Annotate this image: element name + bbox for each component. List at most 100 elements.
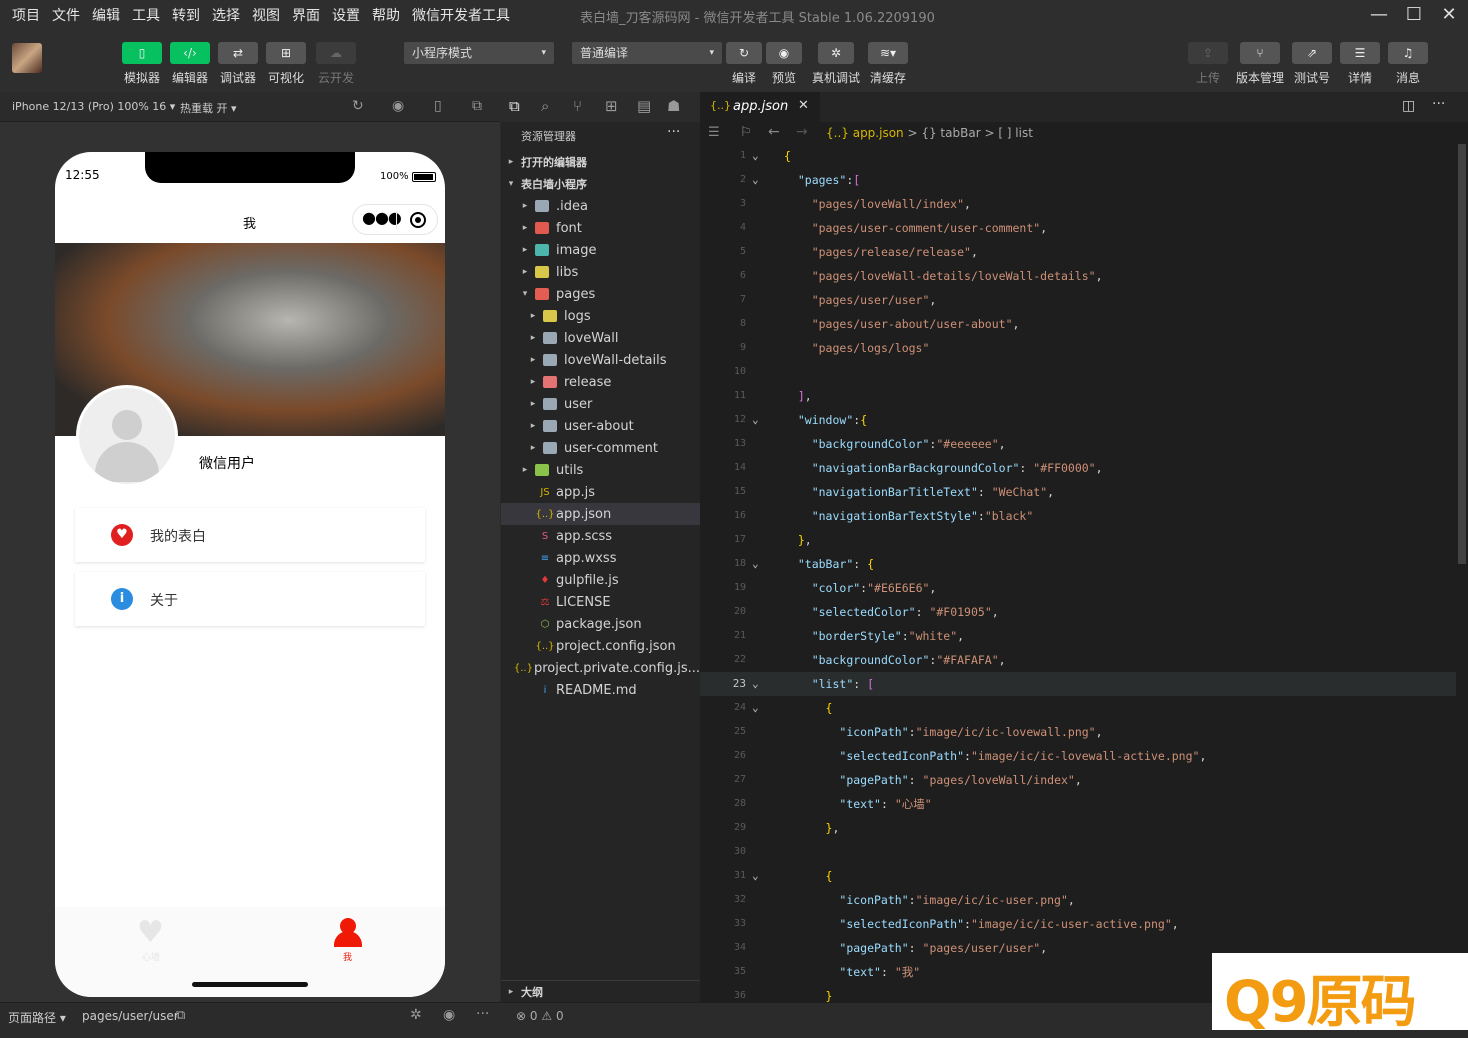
code-line[interactable]: 8 "pages/user-about/user-about", xyxy=(700,312,1468,336)
code-line[interactable]: 11 ], xyxy=(700,384,1468,408)
messages-button[interactable]: ♫ xyxy=(1388,42,1428,64)
copy-icon[interactable]: ⧉ xyxy=(176,1008,185,1023)
tree-item[interactable]: ▸ image xyxy=(501,239,700,261)
scrollbar[interactable] xyxy=(1456,144,1468,1004)
code-line[interactable]: 4 "pages/user-comment/user-comment", xyxy=(700,216,1468,240)
open-editors-section[interactable]: ▸ 打开的编辑器 xyxy=(501,151,700,173)
details-button[interactable]: ☰ xyxy=(1340,42,1380,64)
stop-icon[interactable]: ◉ xyxy=(392,98,404,114)
code-line[interactable]: 12 ⌄ "window":{ xyxy=(700,408,1468,432)
code-line[interactable]: 30 xyxy=(700,840,1468,864)
extensions-icon[interactable]: ⊞ xyxy=(605,97,618,115)
menu-item-4[interactable]: 转到 xyxy=(172,5,200,25)
eye-icon[interactable]: ◉ xyxy=(443,1007,455,1023)
menu-item-7[interactable]: 界面 xyxy=(292,5,320,25)
menu-item-5[interactable]: 选择 xyxy=(212,5,240,25)
upload-button[interactable]: ⇪ xyxy=(1188,42,1228,64)
code-line[interactable]: 24 ⌄ { xyxy=(700,696,1468,720)
code-line[interactable]: 19 "color":"#E6E6E6", xyxy=(700,576,1468,600)
minimize-icon[interactable]: — xyxy=(1364,4,1394,25)
tree-item[interactable]: {..} app.json xyxy=(501,503,700,525)
menu-item-10[interactable]: 微信开发者工具 xyxy=(412,5,510,25)
storage-icon[interactable]: ▤ xyxy=(637,97,651,115)
more-icon[interactable]: ··· xyxy=(476,1006,489,1022)
fold-chevron-icon[interactable]: ⌄ xyxy=(752,168,759,192)
detach-icon[interactable]: ⧉ xyxy=(472,98,482,114)
code-line[interactable]: 17 }, xyxy=(700,528,1468,552)
tree-item[interactable]: ≡ app.wxss xyxy=(501,547,700,569)
tree-item[interactable]: ▸ libs xyxy=(501,261,700,283)
code-line[interactable]: 26 "selectedIconPath":"image/ic/ic-lovew… xyxy=(700,744,1468,768)
menu-item-2[interactable]: 编辑 xyxy=(92,5,120,25)
back-icon[interactable]: ← xyxy=(768,124,780,140)
code-line[interactable]: 25 "iconPath":"image/ic/ic-lovewall.png"… xyxy=(700,720,1468,744)
compile-select[interactable]: 普通编译 xyxy=(572,42,722,64)
fold-chevron-icon[interactable]: ⌄ xyxy=(752,696,759,720)
tree-item[interactable]: ▸ logs xyxy=(501,305,700,327)
tree-item[interactable]: ♦ gulpfile.js xyxy=(501,569,700,591)
close-icon[interactable]: ✕ xyxy=(798,98,809,113)
code-line[interactable]: 31 ⌄ { xyxy=(700,864,1468,888)
forward-icon[interactable]: → xyxy=(796,124,808,140)
avatar[interactable] xyxy=(12,43,42,73)
rotate-icon[interactable]: ↻ xyxy=(352,98,364,114)
code-line[interactable]: 22 "backgroundColor":"#FAFAFA", xyxy=(700,648,1468,672)
split-editor-icon[interactable]: ◫ xyxy=(1402,98,1415,114)
code-line[interactable]: 16 "navigationBarTextStyle":"black" xyxy=(700,504,1468,528)
tree-item[interactable]: ▸ loveWall xyxy=(501,327,700,349)
remote-debug-button[interactable]: ✲ xyxy=(818,42,854,64)
tree-item[interactable]: ▸ loveWall-details xyxy=(501,349,700,371)
search-icon[interactable]: ⌕ xyxy=(541,97,549,115)
tree-item[interactable]: i README.md xyxy=(501,679,700,701)
code-line[interactable]: 9 "pages/logs/logs" xyxy=(700,336,1468,360)
tree-item[interactable]: ▾ pages xyxy=(501,283,700,305)
bookmark-icon[interactable]: ⚐ xyxy=(740,125,752,140)
code-line[interactable]: 14 "navigationBarBackgroundColor": "#FF0… xyxy=(700,456,1468,480)
menu-item-3[interactable]: 工具 xyxy=(132,5,160,25)
code-line[interactable]: 23 ⌄ "list": [ xyxy=(700,672,1468,696)
compile-button[interactable]: ↻ xyxy=(726,42,762,64)
visual-toggle-button[interactable]: ⊞ xyxy=(266,42,306,64)
bug-icon[interactable]: ✲ xyxy=(410,1007,422,1023)
menu-item-8[interactable]: 设置 xyxy=(332,5,360,25)
code-line[interactable]: 3 "pages/loveWall/index", xyxy=(700,192,1468,216)
tree-item[interactable]: ▸ utils xyxy=(501,459,700,481)
menu-item-6[interactable]: 视图 xyxy=(252,5,280,25)
menu-item-1[interactable]: 文件 xyxy=(52,5,80,25)
cloud-button[interactable]: ☁ xyxy=(316,42,356,64)
code-line[interactable]: 32 "iconPath":"image/ic/ic-user.png", xyxy=(700,888,1468,912)
tree-item[interactable]: ▸ font xyxy=(501,217,700,239)
preview-button[interactable]: ◉ xyxy=(766,42,802,64)
tab-lovewall[interactable]: ♥ 心墙 xyxy=(117,915,187,963)
menu-item-my-confession[interactable]: ♥ 我的表白 xyxy=(75,508,425,562)
clear-cache-button[interactable]: ≋▾ xyxy=(868,42,908,64)
code-line[interactable]: 6 "pages/loveWall-details/loveWall-detai… xyxy=(700,264,1468,288)
tree-item[interactable]: ⚖ LICENSE xyxy=(501,591,700,613)
files-icon[interactable]: ⧉ xyxy=(509,97,520,115)
outline-section[interactable]: ▸ 大纲 xyxy=(501,980,700,1002)
tree-item[interactable]: ▸ user-comment xyxy=(501,437,700,459)
code-line[interactable]: 27 "pagePath": "pages/loveWall/index", xyxy=(700,768,1468,792)
simulator-toggle-button[interactable]: ▯ xyxy=(122,42,162,64)
editor-toggle-button[interactable]: ‹/› xyxy=(170,42,210,64)
hotreload-select[interactable]: 热重载 开 ▾ xyxy=(180,100,237,116)
code-line[interactable]: 7 "pages/user/user", xyxy=(700,288,1468,312)
list-icon[interactable]: ☰ xyxy=(708,125,720,140)
code-line[interactable]: 29 }, xyxy=(700,816,1468,840)
tree-item[interactable]: ▸ user-about xyxy=(501,415,700,437)
fold-chevron-icon[interactable]: ⌄ xyxy=(752,552,759,576)
code-line[interactable]: 18 ⌄ "tabBar": { xyxy=(700,552,1468,576)
git-icon[interactable]: ⑂ xyxy=(573,97,582,115)
tree-item[interactable]: JS app.js xyxy=(501,481,700,503)
avatar[interactable] xyxy=(76,385,178,487)
tree-item[interactable]: ⬡ package.json xyxy=(501,613,700,635)
code-line[interactable]: 2 ⌄ "pages":[ xyxy=(700,168,1468,192)
fold-chevron-icon[interactable]: ⌄ xyxy=(752,408,759,432)
breadcrumb-item[interactable]: [ ] list xyxy=(998,126,1033,140)
code-line[interactable]: 28 "text": "心墙" xyxy=(700,792,1468,816)
fold-chevron-icon[interactable]: ⌄ xyxy=(752,864,759,888)
tab-user[interactable]: 我 xyxy=(313,915,383,963)
code-line[interactable]: 13 "backgroundColor":"#eeeeee", xyxy=(700,432,1468,456)
code-line[interactable]: 21 "borderStyle":"white", xyxy=(700,624,1468,648)
tree-item[interactable]: ▸ user xyxy=(501,393,700,415)
